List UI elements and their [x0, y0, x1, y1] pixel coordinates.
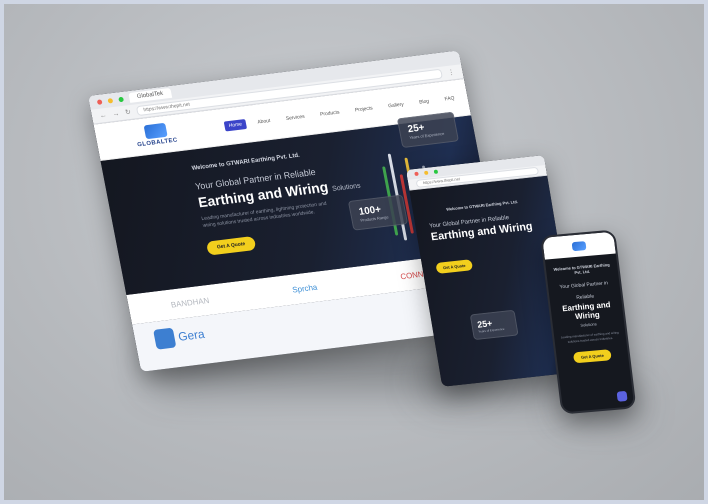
partner-gera: Gera [153, 324, 206, 350]
phone-body: Leading manufacturer of earthing and wir… [560, 330, 619, 344]
get-quote-button[interactable]: Get A Quote [205, 235, 257, 256]
nav-link-about[interactable]: About [253, 116, 275, 128]
hero-copy: Welcome to GTWARI Earthing Pvt. Ltd. You… [191, 146, 374, 256]
tablet-get-quote-button[interactable]: Get A Quote [435, 259, 474, 274]
nav-link-contact[interactable]: Contact [498, 85, 511, 98]
logo-mark-icon [143, 122, 168, 140]
nav-link-products[interactable]: Products [315, 107, 344, 120]
nav-link-blog[interactable]: Blog [414, 96, 433, 108]
nav-link-faq[interactable]: FAQ [440, 93, 459, 105]
nav-link-projects[interactable]: Projects [350, 103, 377, 116]
partner-gera-text: Gera [177, 326, 206, 344]
tablet-maximize-icon[interactable] [433, 169, 439, 174]
back-arrow-icon[interactable]: ← [99, 111, 107, 119]
forward-arrow-icon[interactable]: → [112, 110, 120, 118]
phone-logo-icon[interactable] [571, 240, 587, 251]
partner-logo-1: BANDHAN [170, 295, 210, 310]
nav-link-home[interactable]: Home [224, 119, 247, 132]
phone-eyebrow: Welcome to GTWARI Earthing Pvt. Ltd. [553, 262, 610, 276]
stat-card-experience: 25+ Years of Experience [396, 111, 460, 149]
tablet-close-icon[interactable] [414, 171, 419, 177]
nav-link-gallery[interactable]: Gallery [383, 99, 408, 112]
minimize-window-icon[interactable] [107, 97, 114, 104]
nav-link-services[interactable]: Services [281, 111, 309, 124]
gera-logo-icon [153, 327, 177, 350]
phone-get-quote-button[interactable]: Get A Quote [573, 349, 612, 364]
partner-logo-2: Sprcha [291, 282, 318, 295]
reload-icon[interactable]: ↻ [124, 108, 132, 117]
nav-link-careers[interactable]: Careers [465, 89, 492, 102]
phone-hero: Welcome to GTWARI Earthing Pvt. Ltd. You… [545, 254, 630, 374]
site-logo[interactable]: GLOBALTEC [134, 122, 179, 149]
tablet-eyebrow: Welcome to GTWARI Earthing Pvt. Ltd. [445, 199, 519, 212]
mockup-stage: GlobalTek ← → ↻ https://www.thepit.net ⋮… [0, 0, 708, 504]
hero-headline-suffix: Solutions [331, 182, 362, 193]
phone-lead: Your Global Partner in [559, 280, 609, 291]
close-window-icon[interactable] [96, 98, 103, 105]
tablet-minimize-icon[interactable] [423, 170, 429, 176]
menu-dots-icon[interactable]: ⋮ [447, 68, 455, 77]
chat-widget-icon[interactable] [616, 390, 628, 402]
logo-text: GLOBALTEC [136, 137, 179, 149]
phone-headline: Earthing and Wiring [561, 300, 611, 322]
maximize-window-icon[interactable] [118, 96, 124, 102]
tablet-stat-card: 25+ Years of Experience [469, 309, 519, 341]
